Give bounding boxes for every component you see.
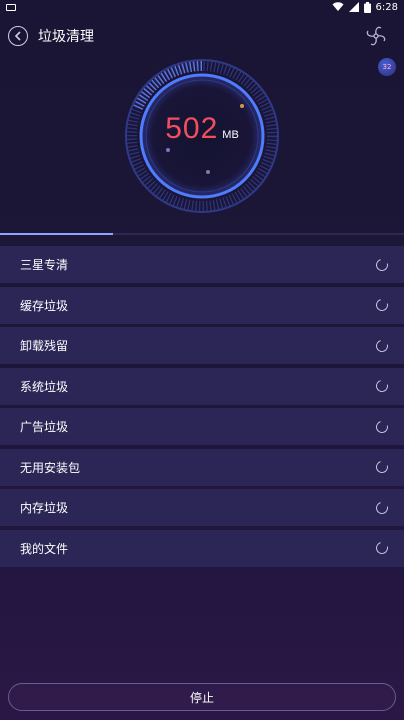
loading-spinner-icon	[373, 337, 391, 354]
list-item-my-files[interactable]: 我的文件	[0, 529, 404, 567]
page-title: 垃圾清理	[38, 29, 94, 45]
loading-spinner-icon	[373, 458, 391, 476]
list-item-label: 缓存垃圾	[20, 298, 69, 313]
list-item-uninstall-residue[interactable]: 卸载残留	[0, 327, 404, 364]
stop-button-label: 停止	[189, 690, 214, 705]
loading-spinner-icon	[373, 418, 391, 435]
float-badge[interactable]: 32	[378, 58, 396, 76]
loading-spinner-icon	[373, 539, 391, 557]
status-time: 6:28	[375, 1, 398, 13]
loading-spinner-icon	[373, 377, 391, 395]
wifi-icon	[332, 2, 344, 11]
stop-button[interactable]: 停止	[8, 683, 396, 711]
gauge-readout: 502 MB	[124, 112, 280, 146]
list-item-cache-junk[interactable]: 缓存垃圾	[0, 286, 404, 324]
junk-size-value: 502	[165, 112, 219, 145]
battery-icon	[363, 1, 371, 13]
list-item-samsung-clean[interactable]: 三星专清	[0, 246, 404, 283]
list-item-label: 系统垃圾	[20, 379, 69, 394]
list-item-label: 卸载残留	[20, 339, 69, 353]
signal-icon	[348, 2, 359, 12]
status-bar: 6:28	[0, 0, 404, 14]
list-item-label: 三星专清	[20, 258, 69, 272]
float-badge-value: 32	[382, 63, 392, 71]
scan-progress-fill	[0, 233, 114, 235]
notification-icon	[6, 3, 16, 11]
list-item-ad-junk[interactable]: 广告垃圾	[0, 408, 404, 445]
category-list: 三星专清 缓存垃圾 卸载残留 系统垃圾 广告垃圾 无用安装包 内存垃圾 我的文件	[0, 246, 404, 570]
back-button[interactable]	[8, 26, 28, 46]
list-item-label: 无用安装包	[20, 460, 81, 475]
loading-spinner-icon	[373, 499, 391, 516]
list-item-label: 广告垃圾	[20, 420, 69, 434]
list-item-memory-junk[interactable]: 内存垃圾	[0, 489, 404, 526]
back-arrow-icon	[14, 31, 21, 41]
list-item-label: 我的文件	[20, 541, 69, 556]
list-item-system-junk[interactable]: 系统垃圾	[0, 367, 404, 405]
loading-spinner-icon	[373, 256, 391, 273]
fan-icon[interactable]	[364, 24, 388, 48]
scan-progress-bar	[0, 233, 404, 235]
list-item-useless-apk[interactable]: 无用安装包	[0, 448, 404, 486]
junk-size-unit: MB	[222, 129, 239, 141]
app-bar: 垃圾清理	[0, 20, 404, 52]
list-item-label: 内存垃圾	[20, 501, 69, 515]
loading-spinner-icon	[373, 296, 391, 314]
